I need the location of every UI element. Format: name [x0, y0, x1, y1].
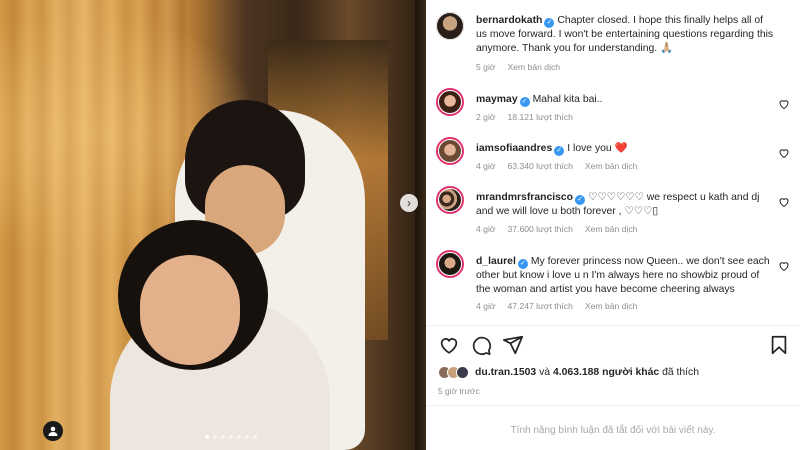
divider — [426, 405, 800, 406]
divider — [426, 325, 800, 326]
comment-time: 4 giờ — [476, 224, 496, 234]
likes-suffix: đã thích — [662, 367, 700, 378]
verified-icon: ✓ — [544, 18, 555, 28]
comment-likes[interactable]: 18.121 lượt thích — [508, 112, 573, 122]
comment-text: d_laurel ✓ My forever princess now Queen..… — [476, 255, 776, 296]
carousel-dot — [229, 435, 233, 439]
likes-summary: du.tran.1503 và 4.063.188 người khác đã … — [438, 366, 699, 379]
carousel-dot — [205, 435, 209, 439]
heart-icon[interactable] — [778, 259, 790, 272]
likes-conj: và — [539, 367, 551, 378]
comment-time: 4 giờ — [476, 161, 496, 171]
likes-others[interactable]: 4.063.188 người khác — [553, 367, 659, 378]
comment-meta: 4 giờ 63.340 lượt thích Xem bản dịch — [476, 161, 637, 171]
comment-text: mrandmrsfrancisco ✓ ♡♡♡♡♡♡ we respect u ka… — [476, 191, 776, 219]
translate-link[interactable]: Xem bản dịch — [585, 301, 638, 311]
comment-body: I love you ❤️ — [567, 143, 628, 154]
comment-username[interactable]: mrandmrsfrancisco — [476, 192, 573, 203]
action-bar — [438, 334, 790, 356]
carousel-dot — [213, 435, 217, 439]
comment-list[interactable]: bernardokath ✓ Chapter closed. I hope this… — [426, 0, 800, 325]
carousel-dot — [253, 435, 257, 439]
comment-text: iamsofiaandres ✓ I love you ❤️ — [476, 142, 776, 156]
photo-edge — [415, 0, 426, 450]
next-arrow-icon[interactable]: › — [400, 194, 418, 212]
avatar[interactable] — [436, 12, 464, 40]
comment-time: 2 giờ — [476, 112, 496, 122]
caption-time: 5 giờ — [476, 62, 496, 72]
comment-time: 4 giờ — [476, 301, 496, 311]
carousel-dot — [245, 435, 249, 439]
likes-text: du.tran.1503 và 4.063.188 người khác đã … — [475, 367, 699, 378]
verified-icon: ✓ — [554, 146, 565, 156]
heart-icon[interactable] — [438, 334, 460, 356]
carousel-dot — [237, 435, 241, 439]
liker-username[interactable]: du.tran.1503 — [475, 367, 536, 378]
author-username[interactable]: bernardokath — [476, 15, 542, 26]
caption-meta: 5 giờ Xem bản dịch — [476, 62, 560, 72]
verified-icon: ✓ — [575, 195, 586, 205]
share-icon[interactable] — [502, 334, 524, 356]
verified-icon: ✓ — [517, 259, 528, 269]
carousel-dots — [205, 435, 257, 439]
heart-icon[interactable] — [778, 97, 790, 110]
translate-link[interactable]: Xem bản dịch — [585, 161, 638, 171]
caption-text: bernardokath ✓ Chapter closed. I hope this… — [476, 14, 776, 55]
avatar[interactable] — [436, 186, 464, 214]
comment-likes[interactable]: 63.340 lượt thích — [508, 161, 573, 171]
post-timestamp[interactable]: 5 giờ trước — [438, 386, 480, 396]
bookmark-icon[interactable] — [768, 334, 790, 356]
post-media[interactable]: › — [0, 0, 426, 450]
comment-username[interactable]: maymay — [476, 94, 518, 105]
comment-meta: 2 giờ 18.121 lượt thích — [476, 112, 573, 122]
comment-likes[interactable]: 37.600 lượt thích — [508, 224, 573, 234]
comment-meta: 4 giờ 47.247 lượt thích Xem bản dịch — [476, 301, 637, 311]
comments-disabled-notice: Tính năng bình luận đã tắt đối với bài v… — [510, 425, 716, 436]
avatar[interactable] — [436, 137, 464, 165]
comment-text: maymay ✓ Mahal kita bai.. — [476, 93, 776, 107]
comments-panel: bernardokath ✓ Chapter closed. I hope this… — [426, 0, 800, 450]
comment-likes[interactable]: 47.247 lượt thích — [508, 301, 573, 311]
avatar[interactable] — [436, 88, 464, 116]
comment-body: Mahal kita bai.. — [532, 94, 603, 105]
comment-icon[interactable] — [470, 334, 492, 356]
avatar — [456, 366, 469, 379]
heart-icon[interactable] — [778, 146, 790, 159]
heart-icon[interactable] — [778, 195, 790, 208]
avatar[interactable] — [436, 250, 464, 278]
verified-icon: ✓ — [519, 97, 530, 107]
photo-face-front — [140, 255, 240, 365]
carousel-dot — [221, 435, 225, 439]
translate-link[interactable]: Xem bản dịch — [585, 224, 638, 234]
comment-meta: 4 giờ 37.600 lượt thích Xem bản dịch — [476, 224, 637, 234]
translate-link[interactable]: Xem bản dịch — [508, 62, 561, 72]
comment-username[interactable]: iamsofiaandres — [476, 143, 552, 154]
user-tag-icon[interactable] — [43, 421, 63, 441]
comment-username[interactable]: d_laurel — [476, 256, 516, 267]
instagram-post-view: › bernardokath ✓ Chapter closed. I hope th… — [0, 0, 800, 450]
